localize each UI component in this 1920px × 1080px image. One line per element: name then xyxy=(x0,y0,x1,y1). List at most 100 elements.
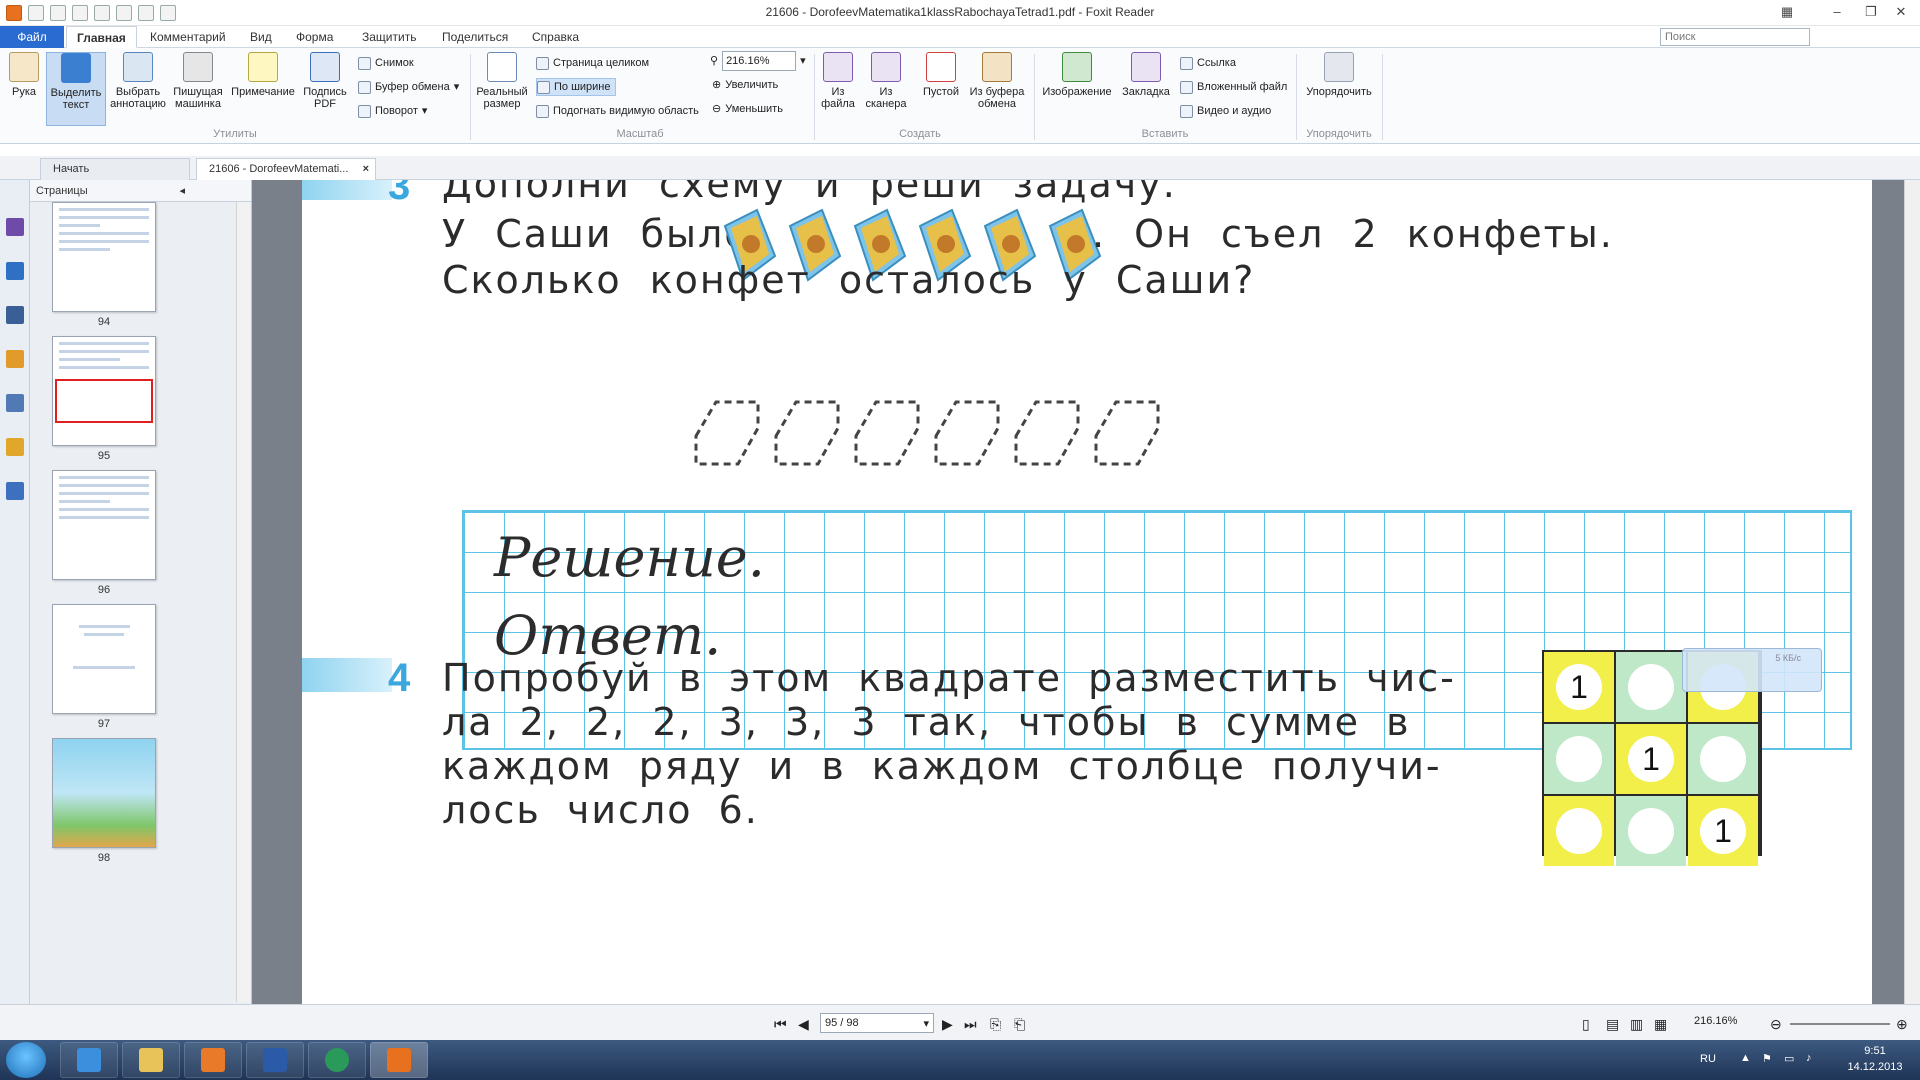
clock-time[interactable]: 9:51 xyxy=(1840,1045,1910,1057)
image-button[interactable]: Изображение xyxy=(1040,52,1114,98)
next-view-icon[interactable]: ⎗ xyxy=(1014,1016,1025,1033)
page-thumbnail-98[interactable] xyxy=(52,738,156,848)
rotate-button[interactable]: Поворот ▾ xyxy=(358,102,427,120)
tab-view[interactable]: Вид xyxy=(240,26,282,48)
taskbar-media[interactable] xyxy=(184,1042,242,1078)
collapse-panel-icon[interactable]: ◂ xyxy=(179,180,185,202)
signature-panel-icon[interactable] xyxy=(6,482,24,500)
blank-label: Пустой xyxy=(923,86,959,98)
from-clipboard-button[interactable]: Из буфера обмена xyxy=(966,52,1028,110)
tab-file[interactable]: Файл xyxy=(0,26,64,48)
page-thumbnail-97[interactable] xyxy=(52,604,156,714)
from-scanner-label-1: Из xyxy=(879,86,893,98)
layers-panel-icon[interactable] xyxy=(6,306,24,324)
page-thumbnail-94[interactable] xyxy=(52,202,156,312)
previous-view-icon[interactable]: ⎘ xyxy=(990,1016,1001,1033)
tab-home[interactable]: Главная xyxy=(66,26,137,48)
rotate-label: Поворот xyxy=(375,105,418,117)
magic-cell: 1 xyxy=(1544,652,1614,722)
tab-comment[interactable]: Комментарий xyxy=(140,26,236,48)
page-number-input[interactable]: 95 / 98 ▾ xyxy=(820,1013,934,1033)
from-scanner-button[interactable]: Из сканера xyxy=(860,52,912,110)
bookmarks-panel-icon[interactable] xyxy=(6,218,24,236)
continuous-facing-icon[interactable]: ▦ xyxy=(1654,1016,1667,1033)
network-icon[interactable]: ▭ xyxy=(1784,1052,1794,1065)
language-indicator[interactable]: RU xyxy=(1700,1053,1716,1065)
select-text-label-1: Выделить xyxy=(50,87,102,99)
zoom-in-icon[interactable]: ⊕ xyxy=(1896,1016,1908,1033)
tab-start[interactable]: Начать xyxy=(40,158,190,180)
video-audio-button[interactable]: Видео и аудио xyxy=(1180,102,1271,120)
tray-expand-icon[interactable]: ▲ xyxy=(1740,1052,1751,1064)
arrange-button[interactable]: Упорядочить xyxy=(1302,52,1376,98)
layout-icon[interactable]: ▦ xyxy=(1774,2,1800,22)
start-button[interactable] xyxy=(6,1042,46,1078)
attachments-panel-icon[interactable] xyxy=(6,394,24,412)
zoom-select[interactable]: ⚲ 216.16% ▾ xyxy=(710,51,806,71)
zoom-value[interactable]: 216.16% xyxy=(722,51,797,71)
dashed-candy-outline xyxy=(1012,398,1082,468)
security-lock-icon[interactable] xyxy=(6,438,24,456)
previous-page-icon[interactable]: ◀ xyxy=(798,1016,809,1033)
taskbar-word[interactable] xyxy=(246,1042,304,1078)
close-button[interactable]: ✕ xyxy=(1888,2,1914,22)
zoom-out-button[interactable]: ⊖ Уменьшить xyxy=(712,100,783,118)
page-thumbnail-95[interactable] xyxy=(52,336,156,446)
sign-pdf-button[interactable]: Подпись PDF xyxy=(300,52,350,110)
pages-panel-icon[interactable] xyxy=(6,262,24,280)
note-button[interactable]: Примечание xyxy=(230,52,296,98)
network-speed-widget[interactable]: 5 КБ/с xyxy=(1682,648,1822,692)
clock-date[interactable]: 14.12.2013 xyxy=(1840,1061,1910,1073)
close-tab-icon[interactable]: × xyxy=(363,159,369,179)
clipboard-button[interactable]: Буфер обмена ▾ xyxy=(358,78,459,96)
tab-protect[interactable]: Защитить xyxy=(352,26,426,48)
typewriter-button[interactable]: Пишущая машинка xyxy=(170,52,226,110)
dashed-candy-outline xyxy=(772,398,842,468)
search-input[interactable]: Поиск xyxy=(1660,28,1810,46)
facing-page-icon[interactable]: ▥ xyxy=(1630,1016,1643,1033)
blank-button[interactable]: Пустой xyxy=(916,52,966,98)
actual-size-button[interactable]: Реальный размер xyxy=(474,52,530,110)
tab-help[interactable]: Справка xyxy=(522,26,589,48)
tab-form[interactable]: Форма xyxy=(286,26,343,48)
fit-visible-button[interactable]: Подогнать видимую область xyxy=(536,102,699,120)
taskbar-explorer[interactable] xyxy=(122,1042,180,1078)
fit-width-button[interactable]: По ширине xyxy=(536,78,616,96)
taskbar-foxit[interactable] xyxy=(370,1042,428,1078)
zoom-slider[interactable] xyxy=(1790,1023,1890,1025)
taskbar-app-e[interactable] xyxy=(308,1042,366,1078)
attach-file-button[interactable]: Вложенный файл xyxy=(1180,78,1287,96)
action-center-icon[interactable]: ⚑ xyxy=(1762,1052,1772,1065)
from-file-button[interactable]: Из файла xyxy=(820,52,856,110)
volume-icon[interactable]: ♪ xyxy=(1806,1052,1812,1064)
group-label-insert: Вставить xyxy=(1141,128,1189,140)
tab-document[interactable]: 21606 - DorofeevMatemati... × xyxy=(196,158,376,180)
taskbar-ie[interactable] xyxy=(60,1042,118,1078)
minimize-button[interactable]: – xyxy=(1824,2,1850,22)
link-button[interactable]: Ссылка xyxy=(1180,54,1236,72)
magic-cell: 1 xyxy=(1688,796,1758,866)
select-annotation-button[interactable]: Выбрать аннотацию xyxy=(110,52,166,110)
tab-share[interactable]: Поделиться xyxy=(432,26,518,48)
document-scrollbar[interactable] xyxy=(1904,180,1920,1004)
pdf-page: 3 Дополни схему и реши задачу. У Саши бы… xyxy=(302,180,1872,1004)
select-text-button[interactable]: Выделить текст xyxy=(46,52,106,126)
hand-tool-button[interactable]: Рука xyxy=(6,52,42,98)
page-thumbnail-96[interactable] xyxy=(52,470,156,580)
first-page-icon[interactable]: ⏮ xyxy=(774,1016,787,1033)
continuous-page-icon[interactable]: ▤ xyxy=(1606,1016,1619,1033)
last-page-icon[interactable]: ⏭ xyxy=(964,1016,977,1033)
snapshot-button[interactable]: Снимок xyxy=(358,54,414,72)
sign-label-1: Подпись xyxy=(303,86,347,98)
bookmark-button[interactable]: Закладка xyxy=(1118,52,1174,98)
thumbnails-scrollbar[interactable] xyxy=(236,202,250,1002)
zoom-level[interactable]: 216.16% xyxy=(1694,1015,1737,1027)
restore-button[interactable]: ❐ xyxy=(1858,2,1884,22)
zoom-in-button[interactable]: ⊕ Увеличить xyxy=(712,76,778,94)
comments-panel-icon[interactable] xyxy=(6,350,24,368)
next-page-icon[interactable]: ▶ xyxy=(942,1016,953,1033)
zoom-out-icon[interactable]: ⊖ xyxy=(1770,1016,1782,1033)
fit-page-button[interactable]: Страница целиком xyxy=(536,54,649,72)
single-page-icon[interactable]: ▯ xyxy=(1582,1016,1590,1033)
group-label-arrange: Упорядочить xyxy=(1306,128,1372,140)
